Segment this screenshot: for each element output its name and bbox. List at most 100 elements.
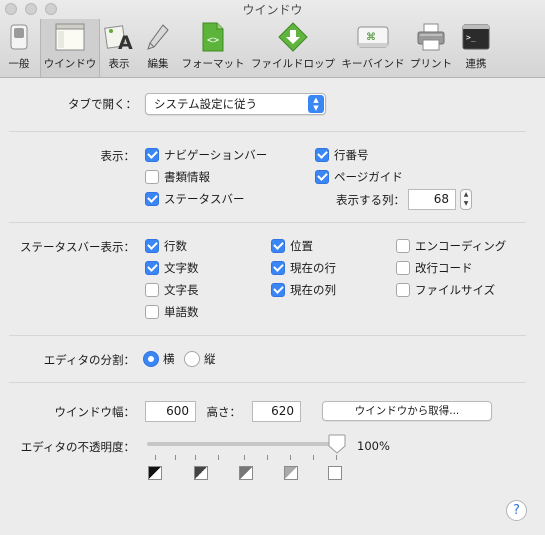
toolbar-format[interactable]: <> フォーマット: [180, 19, 246, 77]
checkbox-box: [145, 239, 159, 253]
tabs-popup-value: システム設定に従う: [154, 97, 258, 111]
split-horizontal-radio[interactable]: 横: [143, 350, 175, 368]
radio-label: 横: [163, 352, 175, 366]
columns-field[interactable]: 68: [408, 189, 456, 210]
slider-tick: [175, 455, 176, 460]
slider-tick: [336, 455, 337, 460]
svg-text:<>: <>: [207, 35, 219, 46]
slider-tick: [267, 455, 268, 460]
tabs-label: タブで開く：: [68, 97, 137, 111]
opacity-swatch-icon: [239, 466, 253, 480]
current-line-checkbox[interactable]: 現在の行: [271, 260, 336, 276]
document-info-checkbox[interactable]: 書類情報: [145, 169, 210, 185]
checkbox-label: 単語数: [164, 305, 199, 319]
checkbox-label: 文字数: [164, 261, 199, 275]
get-from-window-button[interactable]: ウインドウから取得...: [322, 401, 492, 421]
toolbar-display[interactable]: A 表示: [102, 19, 136, 77]
line-ending-checkbox[interactable]: 改行コード: [396, 260, 473, 276]
line-numbers-checkbox[interactable]: 行番号: [315, 147, 369, 163]
checkbox-box: [145, 170, 159, 184]
svg-text:⌘: ⌘: [366, 32, 376, 43]
opacity-swatch-icon: [328, 466, 342, 480]
checkbox-label: 位置: [290, 239, 313, 253]
toolbar-label: プリント: [410, 58, 452, 70]
split-label: エディタの分割：: [43, 353, 135, 367]
columns-label: 表示する列：: [336, 193, 405, 207]
toolbar-keybinding[interactable]: ⌘ キーバインド: [340, 19, 406, 77]
radio-dot: [184, 351, 200, 367]
height-field[interactable]: 620: [252, 401, 301, 422]
height-label: 高さ：: [206, 405, 242, 419]
words-checkbox[interactable]: 単語数: [145, 304, 199, 320]
checkbox-box: [271, 239, 285, 253]
toolbar-edit[interactable]: 編集: [140, 19, 176, 77]
width-label: ウインドウ幅：: [54, 405, 136, 419]
checkbox-label: 文字長: [164, 283, 199, 297]
checkbox-box: [396, 239, 410, 253]
file-size-checkbox[interactable]: ファイルサイズ: [396, 282, 495, 298]
tabs-popup[interactable]: システム設定に従う ▲ ▼: [145, 93, 326, 115]
lines-checkbox[interactable]: 行数: [145, 238, 187, 254]
columns-stepper[interactable]: ▲ ▼: [460, 189, 472, 210]
toolbar-label: キーバインド: [341, 58, 405, 70]
checkbox-box: [145, 192, 159, 206]
toolbar-label: 表示: [108, 58, 130, 70]
checkbox-label: ファイルサイズ: [415, 283, 496, 297]
split-vertical-radio[interactable]: 縦: [184, 350, 216, 368]
checkbox-box: [271, 283, 285, 297]
pencil-icon: [141, 21, 175, 53]
opacity-slider-track[interactable]: [147, 442, 337, 446]
encoding-checkbox[interactable]: エンコーディング: [396, 238, 506, 254]
slider-tick: [244, 455, 245, 460]
opacity-label: エディタの不透明度：: [20, 440, 135, 454]
format-file-icon: <>: [196, 21, 230, 53]
radio-dot: [143, 351, 159, 367]
file-drop-icon: [276, 21, 310, 53]
toolbar-label: 連携: [465, 58, 487, 70]
slider-tick: [218, 455, 219, 460]
status-bar-checkbox[interactable]: ステータスバー: [145, 191, 245, 207]
separator: [9, 131, 526, 132]
toolbar-print[interactable]: プリント: [408, 19, 454, 77]
slider-tick: [155, 455, 156, 460]
toolbar-label: ウインドウ: [43, 58, 97, 70]
toolbar-label: 一般: [8, 58, 30, 70]
current-column-checkbox[interactable]: 現在の列: [271, 282, 336, 298]
opacity-slider-thumb[interactable]: [328, 434, 346, 454]
opacity-swatch-icon: [284, 466, 298, 480]
svg-text:A: A: [118, 32, 133, 51]
separator: [9, 335, 526, 336]
toolbar-window[interactable]: ウインドウ: [40, 19, 100, 77]
toolbar-integration[interactable]: >_ 連携: [456, 19, 496, 77]
navigation-bar-checkbox[interactable]: ナビゲーションバー: [145, 147, 267, 163]
checkbox-box: [145, 305, 159, 319]
checkbox-box: [145, 283, 159, 297]
page-guide-checkbox[interactable]: ページガイド: [315, 169, 403, 185]
slider-tick: [290, 455, 291, 460]
help-button[interactable]: ?: [506, 500, 527, 521]
window-icon: [53, 21, 87, 53]
width-field[interactable]: 600: [145, 401, 196, 422]
printer-icon: [414, 21, 448, 53]
toolbar-label: フォーマット: [181, 58, 245, 70]
char-length-checkbox[interactable]: 文字長: [145, 282, 199, 298]
checkbox-box: [396, 261, 410, 275]
statusbar-label: ステータスバー表示：: [20, 240, 135, 254]
chars-checkbox[interactable]: 文字数: [145, 260, 199, 276]
opacity-swatch-icon: [194, 466, 208, 480]
keybinding-icon: ⌘: [356, 21, 390, 53]
checkbox-label: 行数: [164, 239, 187, 253]
toolbar-file-drop[interactable]: ファイルドロップ: [250, 19, 336, 77]
position-checkbox[interactable]: 位置: [271, 238, 313, 254]
opacity-swatch-icon: [148, 466, 162, 480]
checkbox-box: [315, 148, 329, 162]
checkbox-label: 改行コード: [415, 261, 473, 275]
toolbar-general[interactable]: 一般: [0, 19, 38, 77]
display-label: 表示：: [100, 149, 136, 163]
chevron-up-down-icon: ▲ ▼: [308, 95, 324, 113]
window-title: ウインドウ: [242, 3, 303, 17]
display-icon: A: [102, 21, 136, 53]
checkbox-box: [315, 170, 329, 184]
checkbox-box: [145, 261, 159, 275]
checkbox-label: 現在の行: [290, 261, 336, 275]
